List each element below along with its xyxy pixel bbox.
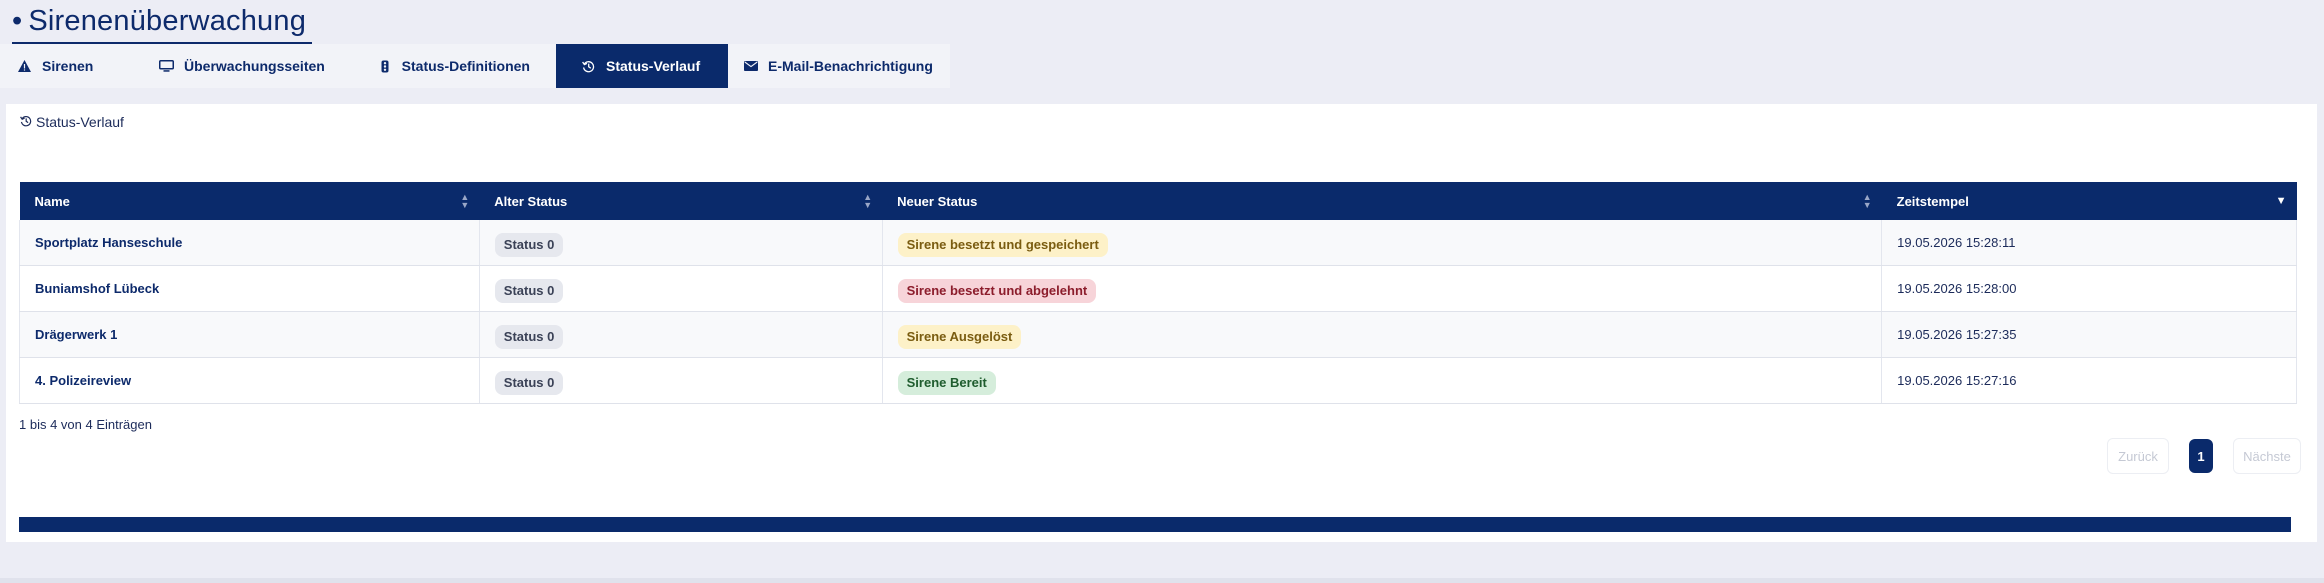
row-name: Drägerwerk 1 bbox=[19, 311, 480, 358]
column-header-new-status[interactable]: Neuer Status ▲ ▼ bbox=[882, 182, 1882, 220]
card-footer-bar bbox=[19, 517, 2291, 532]
row-timestamp: 19.05.2026 15:27:16 bbox=[1881, 357, 2297, 404]
traffic-light-icon bbox=[378, 60, 392, 73]
previous-page-button[interactable]: Zurück bbox=[2107, 438, 2169, 474]
tab-bar: Sirenen Überwachungsseiten Status-Defini… bbox=[0, 44, 950, 88]
row-name: Sportplatz Hanseschule bbox=[19, 220, 480, 266]
row-name: 4. Polizeireview bbox=[19, 357, 480, 404]
tab-sirenen[interactable]: Sirenen bbox=[0, 44, 142, 88]
sort-icon: ▲ ▼ bbox=[460, 192, 470, 210]
status-history-card: Status-Verlauf Name ▲ ▼ Alter Status ▲ ▼ Neu… bbox=[6, 104, 2317, 542]
row-timestamp: 19.05.2026 15:28:11 bbox=[1881, 220, 2297, 266]
row-new-status: Sirene Bereit bbox=[882, 357, 1883, 404]
status-badge: Sirene besetzt und abgelehnt bbox=[897, 278, 1097, 303]
page-title-text: Sirenenüberwachung bbox=[28, 5, 307, 37]
table-info: 1 bis 4 von 4 Einträgen bbox=[19, 417, 152, 432]
row-new-status: Sirene Ausgelöst bbox=[882, 311, 1883, 358]
tab-email-benachrichtigung[interactable]: E-Mail-Benachrichtigung bbox=[728, 44, 950, 88]
envelope-icon bbox=[744, 61, 758, 71]
page-title: • Sirenenüberwachung bbox=[12, 4, 313, 44]
status-badge: Sirene besetzt und gespeichert bbox=[897, 232, 1108, 257]
column-header-timestamp[interactable]: Zeitstempel ▼ bbox=[1881, 182, 2297, 220]
row-old-status: Status 0 bbox=[479, 311, 883, 358]
tab-status-verlauf[interactable]: Status-Verlauf bbox=[556, 44, 728, 88]
warning-triangle-icon bbox=[16, 60, 32, 72]
sort-icon: ▲ ▼ bbox=[1862, 192, 1872, 210]
card-title: Status-Verlauf bbox=[36, 114, 124, 130]
status-badge: Sirene Ausgelöst bbox=[897, 324, 1022, 349]
tab-label: Überwachungsseiten bbox=[184, 58, 325, 74]
status-badge: Status 0 bbox=[494, 370, 564, 395]
status-badge: Status 0 bbox=[494, 324, 564, 349]
sort-icon: ▲ ▼ bbox=[863, 192, 873, 210]
column-header-name[interactable]: Name ▲ ▼ bbox=[19, 182, 480, 220]
history-icon bbox=[20, 114, 32, 130]
status-badge: Sirene Bereit bbox=[897, 370, 996, 395]
row-timestamp: 19.05.2026 15:28:00 bbox=[1881, 265, 2297, 312]
tab-label: Status-Verlauf bbox=[606, 58, 701, 74]
table-row: Sportplatz Hanseschule Status 0 Sirene b… bbox=[19, 220, 2297, 266]
row-old-status: Status 0 bbox=[479, 265, 883, 312]
tab-label: Sirenen bbox=[42, 58, 94, 74]
table-header-row: Name ▲ ▼ Alter Status ▲ ▼ Neuer Status ▲ ▼ Zei… bbox=[19, 182, 2297, 220]
table-row: Buniamshof Lübeck Status 0 Sirene besetz… bbox=[19, 265, 2297, 312]
table-row: 4. Polizeireview Status 0 Sirene Bereit … bbox=[19, 357, 2297, 404]
card-header: Status-Verlauf bbox=[20, 114, 124, 130]
pagination: Zurück 1 Nächste bbox=[2107, 438, 2301, 474]
page-number-button[interactable]: 1 bbox=[2189, 439, 2213, 473]
row-old-status: Status 0 bbox=[479, 220, 883, 266]
row-name: Buniamshof Lübeck bbox=[19, 265, 480, 312]
tab-ueberwachungsseiten[interactable]: Überwachungsseiten bbox=[142, 44, 362, 88]
page-bottom-strip bbox=[0, 578, 2324, 583]
tab-label: E-Mail-Benachrichtigung bbox=[768, 58, 933, 74]
tab-label: Status-Definitionen bbox=[401, 58, 530, 74]
status-badge: Status 0 bbox=[494, 232, 564, 257]
monitor-icon bbox=[158, 60, 174, 72]
history-icon bbox=[580, 60, 596, 73]
column-header-old-status[interactable]: Alter Status ▲ ▼ bbox=[479, 182, 883, 220]
row-new-status: Sirene besetzt und gespeichert bbox=[882, 220, 1883, 266]
tab-status-definitionen[interactable]: Status-Definitionen bbox=[362, 44, 556, 88]
row-new-status: Sirene besetzt und abgelehnt bbox=[882, 265, 1883, 312]
status-badge: Status 0 bbox=[494, 278, 564, 303]
next-page-button[interactable]: Nächste bbox=[2233, 438, 2301, 474]
row-old-status: Status 0 bbox=[479, 357, 883, 404]
status-history-table: Name ▲ ▼ Alter Status ▲ ▼ Neuer Status ▲ ▼ Zei… bbox=[19, 182, 2297, 404]
sort-desc-icon: ▼ bbox=[2275, 195, 2287, 207]
table-row: Drägerwerk 1 Status 0 Sirene Ausgelöst 1… bbox=[19, 311, 2297, 358]
row-timestamp: 19.05.2026 15:27:35 bbox=[1881, 311, 2297, 358]
